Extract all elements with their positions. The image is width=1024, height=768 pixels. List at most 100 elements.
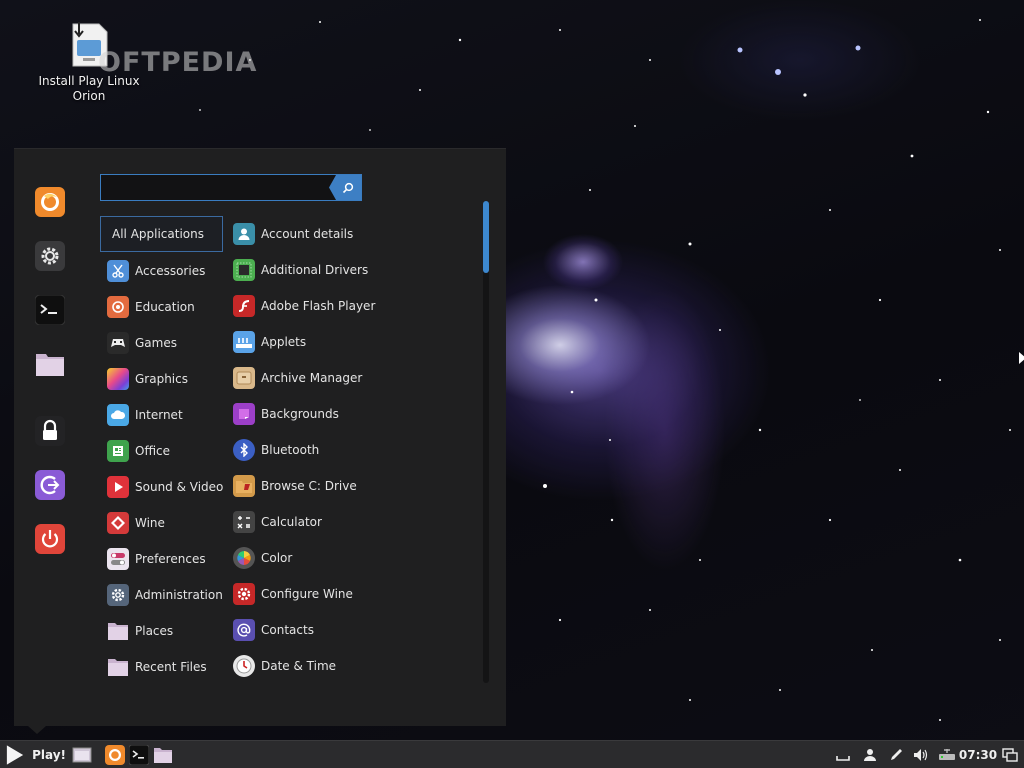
category-label: Administration: [135, 588, 223, 602]
search-button[interactable]: [329, 175, 361, 200]
app-date-time[interactable]: Date & Time: [233, 648, 483, 684]
launcher-show-desktop[interactable]: [71, 744, 93, 766]
app-label: Browse C: Drive: [261, 479, 357, 493]
firefox-icon: [105, 745, 125, 765]
play-logo-icon: [6, 745, 24, 765]
category-internet[interactable]: Internet: [100, 397, 223, 433]
gear-icon: [107, 584, 129, 606]
category-label: Places: [135, 624, 174, 638]
category-accessories[interactable]: Accessories: [100, 253, 223, 289]
app-calculator[interactable]: Calculator: [233, 504, 483, 540]
app-label: Configure Wine: [261, 587, 353, 601]
category-wine[interactable]: Wine: [100, 505, 223, 541]
menu-button-label: Play!: [32, 748, 66, 762]
app-archive-manager[interactable]: Archive Manager: [233, 360, 483, 396]
category-label: All Applications: [112, 227, 204, 241]
app-additional-drivers[interactable]: Additional Drivers: [233, 252, 483, 288]
category-preferences[interactable]: Preferences: [100, 541, 223, 577]
folder-icon: [107, 620, 129, 642]
app-label: Date & Time: [261, 659, 337, 673]
app-browse-c-drive[interactable]: Browse C: Drive: [233, 468, 483, 504]
category-label: Graphics: [135, 372, 188, 386]
search-box[interactable]: [100, 174, 362, 201]
menu-button[interactable]: Play!: [4, 744, 66, 766]
category-education[interactable]: Education: [100, 289, 223, 325]
play-icon: [107, 476, 129, 498]
lock-icon: [35, 416, 65, 446]
app-label: Applets: [261, 335, 307, 349]
app-list-scrollbar-thumb[interactable]: [483, 201, 489, 273]
category-graphics[interactable]: Graphics: [100, 361, 223, 397]
category-places[interactable]: Places: [100, 613, 223, 649]
office-icon: [107, 440, 129, 462]
category-label: Education: [135, 300, 195, 314]
launcher-firefox[interactable]: [104, 744, 126, 766]
network-icon: [939, 749, 955, 760]
show-desktop-icon: [72, 747, 92, 763]
category-all-applications[interactable]: All Applications: [100, 216, 223, 252]
graphics-icon: [107, 368, 129, 390]
app-contacts[interactable]: Contacts: [233, 612, 483, 648]
favorite-files[interactable]: [34, 348, 66, 380]
category-administration[interactable]: Administration: [100, 577, 223, 613]
launcher-terminal[interactable]: [128, 744, 150, 766]
category-recent-files[interactable]: Recent Files: [100, 649, 223, 685]
app-bluetooth[interactable]: Bluetooth: [233, 432, 483, 468]
category-label: Accessories: [135, 264, 206, 278]
backgrounds-icon: [233, 403, 255, 425]
favorite-terminal[interactable]: [34, 294, 66, 326]
favorite-settings[interactable]: [34, 240, 66, 272]
favorite-firefox[interactable]: [34, 186, 66, 218]
clock-icon: [233, 655, 255, 677]
drive-icon: [233, 475, 255, 497]
clock-label: 07:30: [958, 748, 998, 762]
launcher-files[interactable]: [152, 744, 174, 766]
tray-network[interactable]: [936, 744, 958, 766]
app-adobe-flash-player[interactable]: Adobe Flash Player: [233, 288, 483, 324]
tray-user[interactable]: [861, 744, 879, 766]
firefox-icon: [35, 187, 65, 217]
tray-notes[interactable]: [887, 744, 905, 766]
category-label: Recent Files: [135, 660, 207, 674]
flash-icon: [233, 295, 255, 317]
tray-volume[interactable]: [912, 744, 930, 766]
app-color[interactable]: Color: [233, 540, 483, 576]
watermark: OFTPEDIA: [98, 47, 258, 78]
app-label: Calculator: [261, 515, 322, 529]
app-list-scrollbar[interactable]: [483, 201, 489, 683]
chip-icon: [233, 259, 255, 281]
app-backgrounds[interactable]: Backgrounds: [233, 396, 483, 432]
app-label: Archive Manager: [261, 371, 363, 385]
application-menu: All Applications Accessories Education G…: [14, 148, 506, 734]
folder-icon: [154, 748, 172, 763]
applets-icon: [233, 331, 255, 353]
category-sound-video[interactable]: Sound & Video: [100, 469, 223, 505]
app-label: Contacts: [261, 623, 314, 637]
archive-icon: [233, 367, 255, 389]
app-label: Adobe Flash Player: [261, 299, 376, 313]
category-label: Internet: [135, 408, 183, 422]
tray-clock[interactable]: 07:30: [958, 744, 998, 766]
search-input[interactable]: [101, 175, 327, 200]
lock-screen-button[interactable]: [34, 415, 66, 447]
tray-keyboard[interactable]: [834, 744, 852, 766]
category-office[interactable]: Office: [100, 433, 223, 469]
tray-workspace-switcher[interactable]: [1000, 744, 1020, 766]
color-wheel-icon: [233, 547, 255, 569]
app-applets[interactable]: Applets: [233, 324, 483, 360]
toggle-icon: [107, 548, 129, 570]
shutdown-button[interactable]: [34, 523, 66, 555]
app-account-details[interactable]: Account details: [233, 216, 483, 252]
category-label: Office: [135, 444, 171, 458]
keyboard-layout-icon: [836, 756, 850, 761]
terminal-icon: [129, 745, 149, 765]
category-label: Preferences: [135, 552, 206, 566]
app-label: Backgrounds: [261, 407, 339, 421]
app-label: Account details: [261, 227, 354, 241]
logout-button[interactable]: [34, 469, 66, 501]
logout-icon: [35, 470, 65, 500]
bluetooth-icon: [233, 439, 255, 461]
category-games[interactable]: Games: [100, 325, 223, 361]
category-label: Games: [135, 336, 177, 350]
app-configure-wine[interactable]: Configure Wine: [233, 576, 483, 612]
